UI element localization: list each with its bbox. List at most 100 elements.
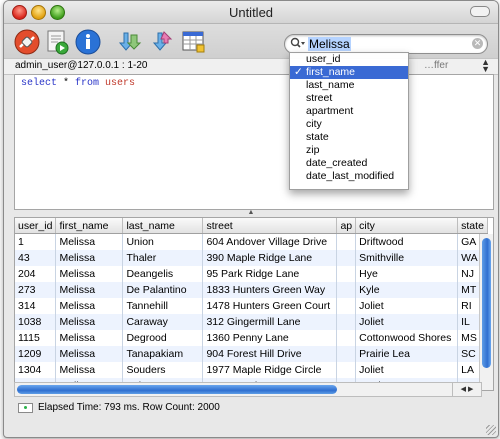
cell-city[interactable]: Joliet <box>355 362 459 378</box>
horizontal-scrollbar[interactable]: ◀ ▶ <box>14 382 482 397</box>
horizontal-scroll-thumb[interactable] <box>17 385 337 394</box>
cell-city[interactable]: Smithville <box>355 250 459 266</box>
cell-street[interactable]: 1360 Penny Lane <box>202 330 338 346</box>
cell-street[interactable]: 390 Maple Ridge Lane <box>202 250 338 266</box>
table-row[interactable]: 1 Melissa Union 604 Andover Village Drive Dr… <box>15 233 489 250</box>
run-query-icon[interactable] <box>44 29 70 55</box>
cell-last_name[interactable]: Deangelis <box>122 266 204 282</box>
table-row[interactable]: 1304 Melissa Souders 1977 Maple Ridge Circl… <box>15 362 489 378</box>
clear-search-icon[interactable]: ✕ <box>472 38 483 49</box>
disconnect-icon[interactable] <box>14 29 40 55</box>
cell-last_name[interactable]: Souders <box>122 362 204 378</box>
pane-splitter[interactable]: ▲ <box>4 209 498 216</box>
column-header-last_name[interactable]: last_name <box>122 218 204 234</box>
cell-street[interactable]: 1478 Hunters Green Court <box>202 298 338 314</box>
cell-last_name[interactable]: Tannehill <box>122 298 204 314</box>
cell-last_name[interactable]: De Palantino <box>122 282 204 298</box>
cell-user_id[interactable]: 1209 <box>15 346 57 362</box>
cell-ap[interactable] <box>336 266 357 282</box>
menu-item-state[interactable]: state <box>290 131 408 144</box>
cell-user_id[interactable]: 43 <box>15 250 57 266</box>
export-icon[interactable] <box>148 29 174 55</box>
vertical-scroll-thumb[interactable] <box>482 238 491 368</box>
cell-last_name[interactable]: Tanapakiam <box>122 346 204 362</box>
menu-item-last_name[interactable]: last_name <box>290 79 408 92</box>
cell-user_id[interactable]: 1 <box>15 233 57 250</box>
table-icon[interactable] <box>180 29 206 55</box>
cell-city[interactable]: Hye <box>355 266 459 282</box>
cell-city[interactable]: Prairie Lea <box>355 346 459 362</box>
column-header-street[interactable]: street <box>202 218 338 234</box>
query-editor[interactable]: select * from users <box>14 74 494 210</box>
cell-ap[interactable] <box>336 346 357 362</box>
menu-item-date_created[interactable]: date_created <box>290 157 408 170</box>
cell-first_name[interactable]: Melissa <box>55 282 124 298</box>
cell-first_name[interactable]: Melissa <box>55 250 124 266</box>
table-row[interactable]: 1038 Melissa Caraway 312 Gingermill Lane Jol… <box>15 314 489 330</box>
cell-user_id[interactable]: 204 <box>15 266 57 282</box>
table-row[interactable]: 204 Melissa Deangelis 95 Park Ridge Lane Hye… <box>15 266 489 282</box>
query-history-stepper[interactable]: ▲ ▼ <box>481 58 490 74</box>
results-grid[interactable]: user_id first_name last_name street ap city st… <box>14 217 494 391</box>
cell-first_name[interactable]: Melissa <box>55 330 124 346</box>
cell-street[interactable]: 904 Forest Hill Drive <box>202 346 338 362</box>
cell-city[interactable]: Joliet <box>355 314 459 330</box>
cell-ap[interactable] <box>336 282 357 298</box>
cell-city[interactable]: Cottonwood Shores <box>355 330 459 346</box>
menu-item-city[interactable]: city <box>290 118 408 131</box>
cell-user_id[interactable]: 1038 <box>15 314 57 330</box>
table-row[interactable]: 314 Melissa Tannehill 1478 Hunters Green Co… <box>15 298 489 314</box>
cell-user_id[interactable]: 314 <box>15 298 57 314</box>
column-header-user_id[interactable]: user_id <box>15 218 57 234</box>
search-input[interactable]: Melissa <box>308 37 351 51</box>
cell-city[interactable]: Joliet <box>355 298 459 314</box>
cell-user_id[interactable]: 1115 <box>15 330 57 346</box>
cell-first_name[interactable]: Melissa <box>55 362 124 378</box>
cell-ap[interactable] <box>336 250 357 266</box>
cell-last_name[interactable]: Degrood <box>122 330 204 346</box>
cell-city[interactable]: Driftwood <box>355 233 459 250</box>
cell-ap[interactable] <box>336 362 357 378</box>
cell-first_name[interactable]: Melissa <box>55 233 124 250</box>
column-header-city[interactable]: city <box>355 218 459 234</box>
cell-first_name[interactable]: Melissa <box>55 266 124 282</box>
cell-last_name[interactable]: Thaler <box>122 250 204 266</box>
cell-first_name[interactable]: Melissa <box>55 314 124 330</box>
vertical-scrollbar[interactable] <box>479 234 493 390</box>
column-header-ap[interactable]: ap <box>336 218 357 234</box>
cell-street[interactable]: 312 Gingermill Lane <box>202 314 338 330</box>
cell-user_id[interactable]: 1304 <box>15 362 57 378</box>
cell-city[interactable]: Kyle <box>355 282 459 298</box>
resize-grip-icon[interactable] <box>486 425 496 435</box>
cell-street[interactable]: 1977 Maple Ridge Circle <box>202 362 338 378</box>
cell-first_name[interactable]: Melissa <box>55 298 124 314</box>
search-icon[interactable] <box>290 37 306 51</box>
menu-item-apartment[interactable]: apartment <box>290 105 408 118</box>
query-text[interactable]: select * from users <box>21 78 135 89</box>
cell-first_name[interactable]: Melissa <box>55 346 124 362</box>
info-icon[interactable] <box>75 29 101 55</box>
cell-street[interactable]: 95 Park Ridge Lane <box>202 266 338 282</box>
menu-item-zip[interactable]: zip <box>290 144 408 157</box>
table-row[interactable]: 273 Melissa De Palantino 1833 Hunters Green… <box>15 282 489 298</box>
horizontal-scroll-arrows[interactable]: ◀ ▶ <box>452 383 481 396</box>
cell-user_id[interactable]: 273 <box>15 282 57 298</box>
column-header-first_name[interactable]: first_name <box>55 218 124 234</box>
table-row[interactable]: 1209 Melissa Tanapakiam 904 Forest Hill Dri… <box>15 346 489 362</box>
menu-item-user_id[interactable]: user_id <box>290 53 408 66</box>
cell-street[interactable]: 1833 Hunters Green Way <box>202 282 338 298</box>
cell-ap[interactable] <box>336 233 357 250</box>
menu-item-street[interactable]: street <box>290 92 408 105</box>
menu-item-first_name[interactable]: ✓ first_name <box>290 66 408 79</box>
cell-street[interactable]: 604 Andover Village Drive <box>202 233 338 250</box>
column-header-state[interactable]: state <box>457 218 489 234</box>
cell-ap[interactable] <box>336 330 357 346</box>
cell-last_name[interactable]: Caraway <box>122 314 204 330</box>
toolbar-toggle-button[interactable] <box>470 6 490 17</box>
cell-ap[interactable] <box>336 314 357 330</box>
cell-ap[interactable] <box>336 298 357 314</box>
cell-last_name[interactable]: Union <box>122 233 204 250</box>
table-row[interactable]: 43 Melissa Thaler 390 Maple Ridge Lane Smith… <box>15 250 489 266</box>
import-icon[interactable] <box>118 29 144 55</box>
table-row[interactable]: 1115 Melissa Degrood 1360 Penny Lane Cottonw… <box>15 330 489 346</box>
